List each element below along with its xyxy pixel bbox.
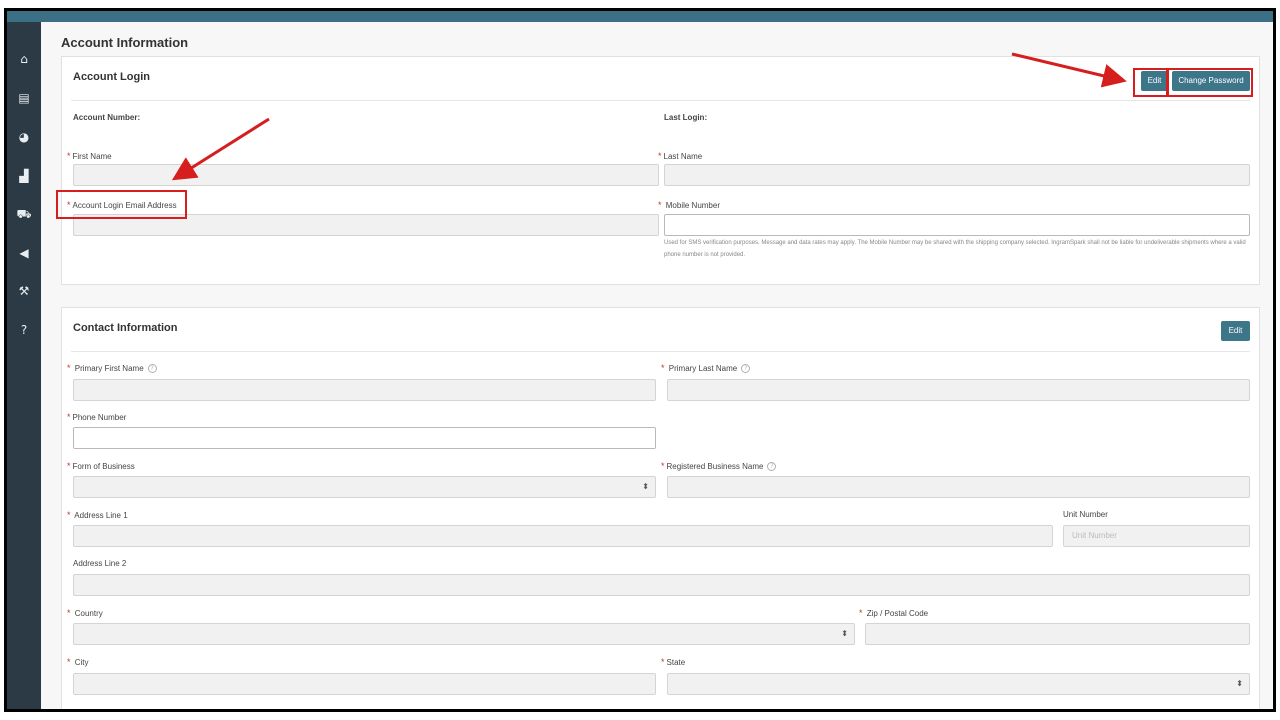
arrow-to-email-label [171, 117, 270, 181]
annotation-arrows [171, 52, 1127, 181]
screenshot-frame: ⌂ ▤ ◕ ▟ ⛟ ◀ ⚒ ? Account Information Acco… [4, 8, 1276, 712]
arrow-to-edit-button [1011, 52, 1127, 88]
